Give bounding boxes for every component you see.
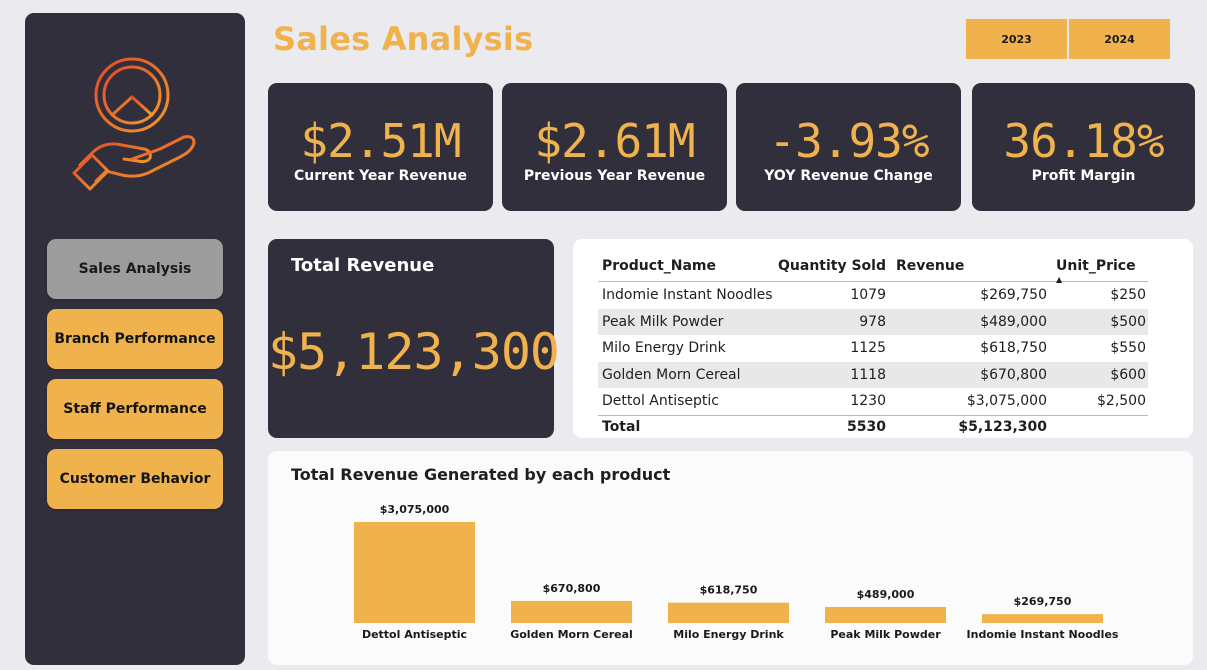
- nav-sales-analysis[interactable]: Sales Analysis: [47, 239, 223, 299]
- total-label: Total: [602, 418, 641, 435]
- cell-unit-price: $600: [1110, 366, 1146, 383]
- x-tick-label: Peak Milk Powder: [830, 628, 941, 641]
- total-revenue-title: Total Revenue: [291, 255, 435, 276]
- x-tick-label: Indomie Instant Noodles: [967, 628, 1119, 641]
- bar-indomie-instant-noodles[interactable]: [982, 614, 1103, 623]
- x-tick-label: Milo Energy Drink: [673, 628, 784, 641]
- cell-quantity: 1118: [850, 366, 886, 383]
- cell-revenue: $269,750: [980, 287, 1047, 304]
- cell-product: Indomie Instant Noodles: [602, 287, 773, 304]
- bar-data-label: $3,075,000: [380, 503, 450, 516]
- cell-product: Dettol Antiseptic: [602, 393, 719, 410]
- page-title: Sales Analysis: [273, 20, 534, 58]
- table-row[interactable]: Golden Morn Cereal 1118 $670,800 $600: [598, 361, 1148, 388]
- year-2023-button[interactable]: 2023: [966, 19, 1067, 59]
- cell-revenue: $489,000: [980, 313, 1047, 330]
- table-header: Product_Name Quantity Sold Revenue Unit_…: [598, 250, 1148, 284]
- kpi-value: $2.61M: [534, 114, 695, 168]
- bar-dettol-antiseptic[interactable]: [354, 522, 475, 623]
- kpi-label: YOY Revenue Change: [764, 168, 933, 184]
- kpi-profit-margin: 36.18% Profit Margin: [972, 83, 1195, 211]
- header-product-name[interactable]: Product_Name: [602, 258, 716, 274]
- nav-branch-performance[interactable]: Branch Performance: [47, 309, 223, 369]
- cell-unit-price: $2,500: [1097, 393, 1146, 410]
- year-2024-button[interactable]: 2024: [1069, 19, 1170, 59]
- cell-product: Milo Energy Drink: [602, 340, 726, 357]
- cell-quantity: 1230: [850, 393, 886, 410]
- total-quantity: 5530: [847, 418, 886, 435]
- cell-quantity: 1125: [850, 340, 886, 357]
- table-row[interactable]: Dettol Antiseptic 1230 $3,075,000 $2,500: [598, 388, 1148, 415]
- kpi-value: 36.18%: [1003, 114, 1164, 168]
- total-revenue-card: Total Revenue $5,123,300: [268, 239, 560, 438]
- nav-staff-performance[interactable]: Staff Performance: [47, 379, 223, 439]
- product-table-card: Product_Name Quantity Sold Revenue Unit_…: [573, 239, 1193, 438]
- revenue-by-product-chart-card: Total Revenue Generated by each product …: [268, 451, 1193, 665]
- x-tick-label: Dettol Antiseptic: [362, 628, 467, 641]
- x-tick-label: Golden Morn Cereal: [510, 628, 633, 641]
- cell-unit-price: $550: [1110, 340, 1146, 357]
- total-revenue: $5,123,300: [958, 418, 1047, 435]
- kpi-label: Current Year Revenue: [294, 168, 467, 184]
- table-total-row: Total 5530 $5,123,300: [598, 414, 1148, 438]
- bar-data-label: $489,000: [857, 588, 915, 601]
- table-row[interactable]: Peak Milk Powder 978 $489,000 $500: [598, 308, 1148, 335]
- header-quantity-sold[interactable]: Quantity Sold: [778, 258, 886, 274]
- nav-customer-behavior[interactable]: Customer Behavior: [47, 449, 223, 509]
- cell-unit-price: $500: [1110, 313, 1146, 330]
- bar-golden-morn-cereal[interactable]: [511, 600, 632, 623]
- total-revenue-value: $5,123,300: [268, 323, 560, 381]
- header-unit-price[interactable]: Unit_Price: [1056, 258, 1136, 274]
- kpi-value: -3.93%: [768, 114, 929, 168]
- kpi-previous-year-revenue: $2.61M Previous Year Revenue: [502, 83, 727, 211]
- table-row[interactable]: Milo Energy Drink 1125 $618,750 $550: [598, 335, 1148, 362]
- cell-revenue: $3,075,000: [966, 393, 1047, 410]
- header-revenue[interactable]: Revenue: [896, 258, 964, 274]
- kpi-label: Previous Year Revenue: [523, 168, 706, 184]
- cell-unit-price: $250: [1110, 287, 1146, 304]
- bar-data-label: $269,750: [1014, 595, 1072, 608]
- cell-revenue: $618,750: [980, 340, 1047, 357]
- cell-product: Peak Milk Powder: [602, 313, 724, 330]
- peace-sign-hand-icon: [72, 57, 196, 191]
- cell-quantity: 1079: [850, 287, 886, 304]
- kpi-label: Profit Margin: [1031, 168, 1136, 184]
- sidebar: Sales Analysis Branch Performance Staff …: [25, 13, 245, 665]
- kpi-value: $2.51M: [300, 114, 461, 168]
- bar-milo-energy-drink[interactable]: [668, 602, 789, 623]
- kpi-yoy-revenue-change: -3.93% YOY Revenue Change: [736, 83, 961, 211]
- cell-product: Golden Morn Cereal: [602, 366, 741, 383]
- bar-data-label: $670,800: [543, 582, 601, 595]
- cell-quantity: 978: [859, 313, 886, 330]
- kpi-current-year-revenue: $2.51M Current Year Revenue: [268, 83, 493, 211]
- bar-data-label: $618,750: [700, 584, 758, 597]
- cell-revenue: $670,800: [980, 366, 1047, 383]
- bar-peak-milk-powder[interactable]: [825, 606, 946, 623]
- table-row[interactable]: Indomie Instant Noodles 1079 $269,750 $2…: [598, 282, 1148, 309]
- revenue-bar-chart: $3,075,000 Dettol Antiseptic $670,800 Golde…: [354, 503, 1119, 641]
- product-table: Product_Name Quantity Sold Revenue Unit_…: [598, 250, 1148, 438]
